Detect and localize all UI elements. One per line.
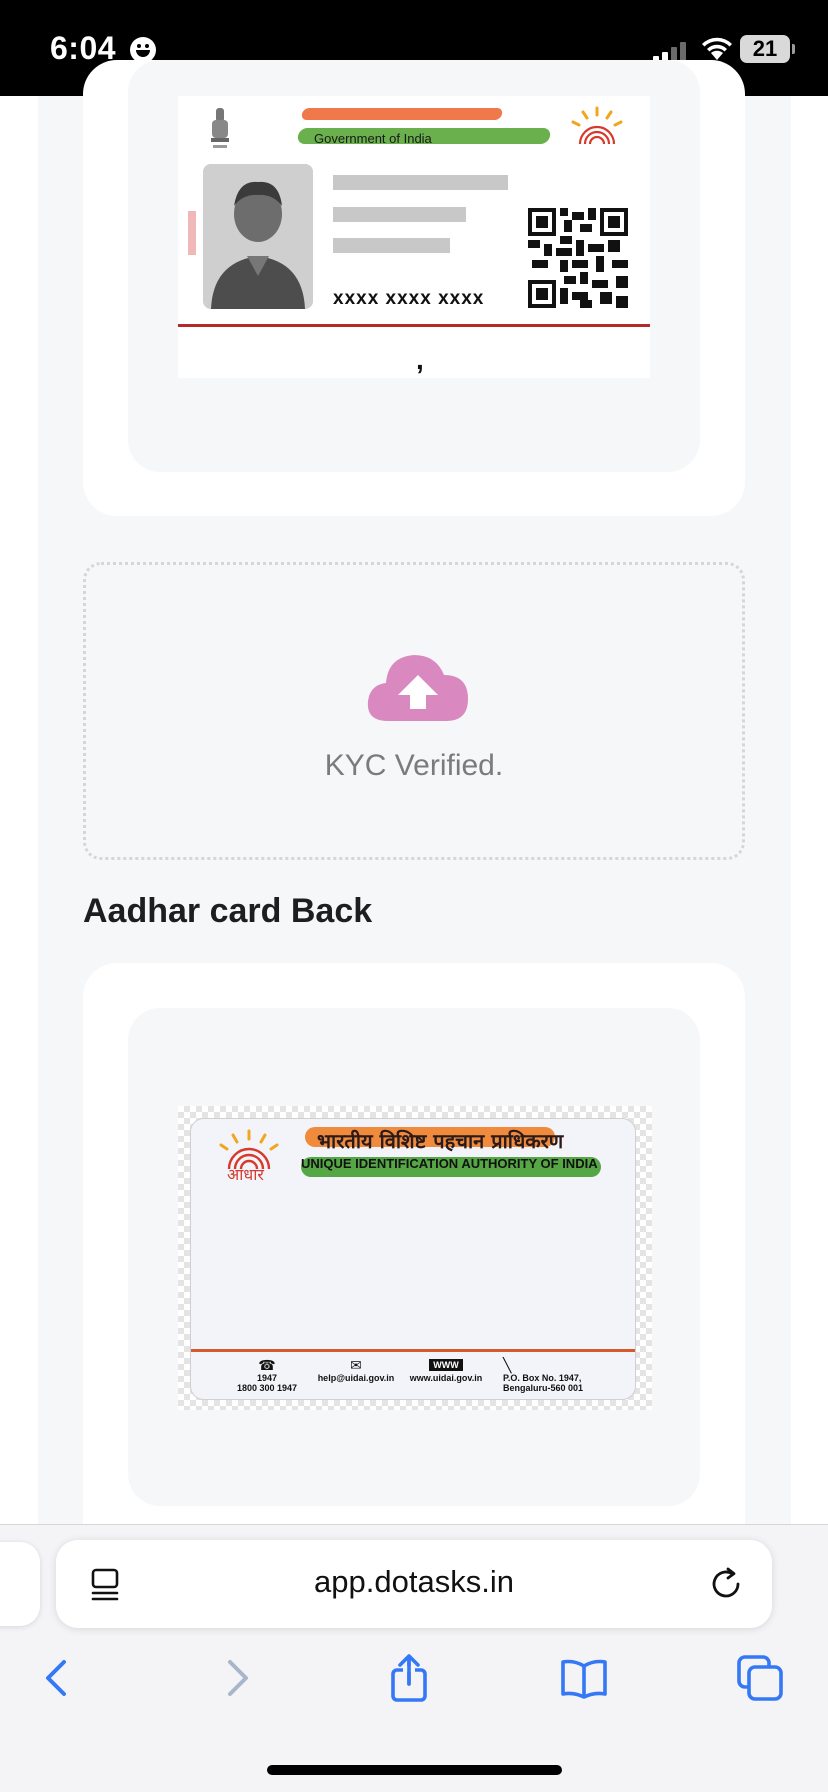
footer-email: ✉ help@uidai.gov.in — [311, 1357, 401, 1383]
phone-line-2: 1800 300 1947 — [236, 1383, 298, 1393]
envelope-icon: ✉ — [350, 1357, 362, 1373]
footer-po-box: ╲ P.O. Box No. 1947, Bengaluru-560 001 — [491, 1357, 591, 1393]
tricolor-orange-stripe — [300, 108, 504, 120]
email-text: help@uidai.gov.in — [317, 1373, 395, 1383]
kyc-upload-dropzone[interactable]: KYC Verified. — [83, 562, 745, 860]
reload-icon[interactable] — [708, 1566, 744, 1602]
forward-icon[interactable] — [212, 1654, 260, 1702]
url-text[interactable]: app.dotasks.in — [56, 1564, 772, 1600]
website-text: www.uidai.gov.in — [409, 1373, 483, 1383]
share-icon[interactable] — [385, 1654, 433, 1702]
uidai-hindi-heading: भारतीय विशिष्ट पहचान प्राधिकरण — [317, 1129, 564, 1153]
address-bar[interactable]: app.dotasks.in — [56, 1540, 772, 1628]
home-indicator — [267, 1765, 562, 1775]
aadhaar-front-image: Government of India xxxx xxxx xxxx , — [178, 96, 650, 378]
pen-icon: ╲ — [503, 1357, 512, 1373]
aadhaar-logo-text: आधार — [227, 1165, 264, 1184]
profile-photo-placeholder — [203, 164, 313, 309]
po-line-2: Bengaluru-560 001 — [503, 1383, 584, 1393]
gender-line-placeholder — [333, 238, 450, 253]
back-icon[interactable] — [34, 1654, 82, 1702]
tabs-icon[interactable] — [736, 1654, 784, 1702]
qr-code — [528, 208, 628, 308]
front-card-divider — [178, 324, 650, 327]
www-badge: WWW — [429, 1359, 463, 1371]
government-of-india-label: Government of India — [314, 131, 432, 146]
phone-line-1: 1947 — [256, 1373, 278, 1383]
aadhaar-back-card: आधार भारतीय विशिष्ट पहचान प्राधिकरण UNIQ… — [190, 1118, 636, 1400]
bookmarks-icon[interactable] — [560, 1654, 608, 1702]
uidai-english-heading: UNIQUE IDENTIFICATION AUTHORITY OF INDIA — [301, 1156, 598, 1171]
battery-indicator: 21 — [740, 35, 795, 63]
aadhar-back-title: Aadhar card Back — [83, 892, 373, 930]
footer-phone: ☎ 1947 1800 300 1947 — [227, 1357, 307, 1393]
back-card-divider — [191, 1349, 635, 1352]
screen: 6:04 21 Government of India xxxx xxxx xx… — [0, 0, 828, 1792]
aadhaar-logo-icon — [571, 106, 623, 145]
front-card-caption: , — [416, 344, 424, 375]
aadhaar-back-image: आधार भारतीय विशिष्ट पहचान प्राधिकरण UNIQ… — [178, 1106, 652, 1410]
masked-aadhaar-number: xxxx xxxx xxxx — [333, 288, 485, 309]
national-emblem-icon — [211, 108, 229, 148]
dob-line-placeholder — [333, 207, 466, 222]
telephone-icon: ☎ — [258, 1357, 276, 1373]
po-line-1: P.O. Box No. 1947, — [503, 1373, 582, 1383]
side-mark — [188, 211, 196, 255]
name-line-placeholder — [333, 175, 508, 190]
previous-tab-preview[interactable] — [0, 1542, 40, 1626]
wifi-icon — [702, 37, 732, 60]
kyc-status-text: KYC Verified. — [324, 749, 504, 782]
cloud-upload-icon — [367, 655, 468, 721]
footer-website: WWW www.uidai.gov.in — [401, 1357, 491, 1383]
